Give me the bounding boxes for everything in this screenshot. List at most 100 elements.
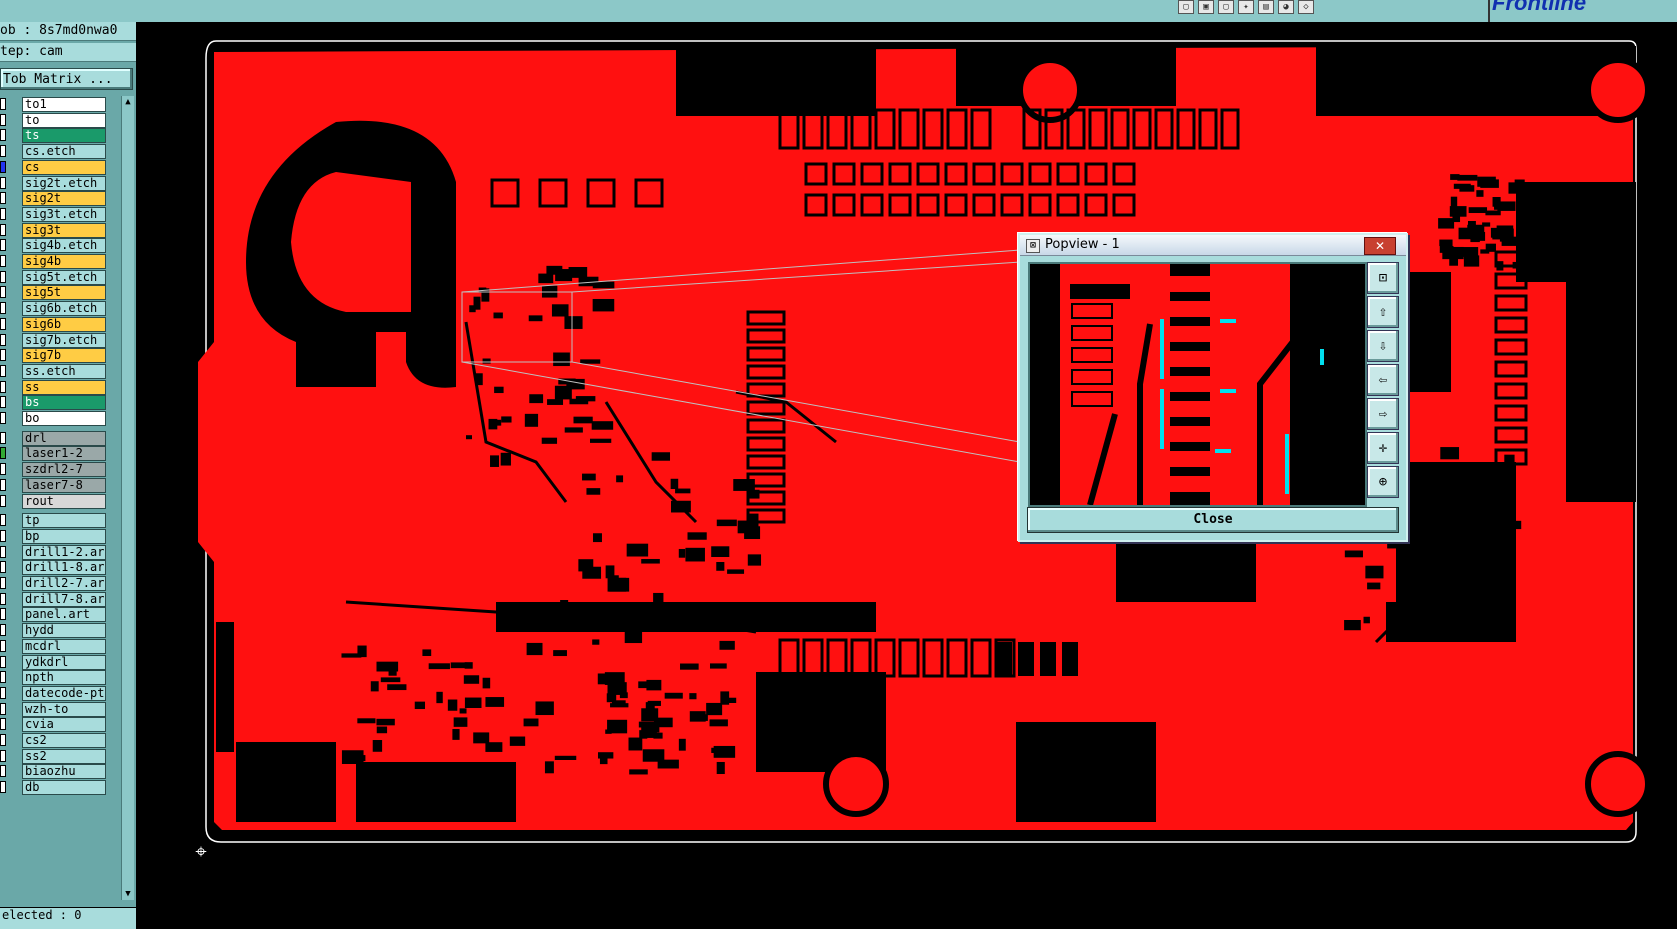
layer-row[interactable]: sig6b: [0, 316, 120, 332]
layer-checkbox[interactable]: [0, 286, 6, 299]
layer-name[interactable]: hydd: [22, 623, 106, 639]
layer-checkbox[interactable]: [0, 765, 6, 778]
layer-name[interactable]: datecode-pto: [22, 685, 106, 701]
layer-row[interactable]: cs2: [0, 732, 120, 748]
layer-name[interactable]: sig4b: [22, 254, 106, 269]
pan-down-icon[interactable]: ⇩: [1367, 330, 1399, 362]
layer-checkbox[interactable]: [0, 192, 6, 205]
layer-checkbox[interactable]: [0, 529, 6, 542]
layer-row[interactable]: biaozhu: [0, 763, 120, 780]
layer-row[interactable]: cs: [0, 159, 120, 175]
layer-name[interactable]: rout: [22, 493, 106, 509]
scroll-down-icon[interactable]: ▼: [122, 888, 134, 900]
layer-checkbox[interactable]: [0, 478, 6, 491]
layer-name[interactable]: drill2-7.art: [22, 576, 106, 591]
tag-icon[interactable]: ◇: [1298, 0, 1314, 14]
layer-row[interactable]: ts: [0, 127, 120, 144]
layer-checkbox[interactable]: [0, 608, 6, 621]
layer-row[interactable]: npth: [0, 669, 120, 686]
layer-row[interactable]: drill1-2.art: [0, 544, 120, 560]
layer-checkbox[interactable]: [0, 624, 6, 637]
layer-checkbox[interactable]: [0, 129, 6, 142]
popview-window[interactable]: ⊠ Popview - 1 ✕ ⊡ ⇧ ⇩ ⇦ ⇨ ✛ ⊕ Close: [1018, 233, 1408, 542]
layer-list-scrollbar[interactable]: ▲ ▼: [121, 96, 134, 900]
layer-checkbox[interactable]: [0, 364, 6, 377]
layer-name[interactable]: sig2t.etch: [22, 175, 106, 191]
layer-row[interactable]: drl: [0, 430, 120, 446]
layer-row[interactable]: bs: [0, 394, 120, 411]
layer-row[interactable]: ss2: [0, 748, 120, 764]
zoom-out-icon[interactable]: ⊕: [1367, 466, 1399, 498]
layer-checkbox[interactable]: [0, 494, 6, 507]
window-icon[interactable]: ▢: [1178, 0, 1194, 14]
layer-checkbox[interactable]: [0, 639, 6, 652]
pin-icon[interactable]: ✦: [1238, 0, 1254, 14]
layer-name[interactable]: bo: [22, 411, 106, 426]
pcb-graphic-canvas[interactable]: [136, 22, 1677, 907]
zoom-fit-icon[interactable]: ⊡: [1367, 262, 1399, 294]
zoom-in-icon[interactable]: ✛: [1367, 432, 1399, 464]
layer-checkbox[interactable]: [0, 380, 6, 393]
layer-row[interactable]: datecode-pto: [0, 685, 120, 701]
layer-checkbox[interactable]: [0, 98, 6, 110]
layer-checkbox[interactable]: [0, 718, 6, 731]
layer-checkbox[interactable]: [0, 113, 6, 126]
layer-name[interactable]: cvia: [22, 717, 106, 733]
layer-row[interactable]: cs.etch: [0, 143, 120, 160]
layer-row[interactable]: laser7-8: [0, 477, 120, 493]
popview-titlebar[interactable]: ⊠ Popview - 1 ✕: [1020, 235, 1406, 256]
layer-checkbox[interactable]: [0, 223, 6, 236]
layer-name[interactable]: sig5t.etch: [22, 269, 106, 285]
layer-name[interactable]: sig6b.etch: [22, 301, 106, 317]
layer-row[interactable]: sig5t.etch: [0, 269, 120, 285]
layer-checkbox[interactable]: [0, 514, 6, 527]
layer-name[interactable]: ss2: [22, 748, 106, 764]
layer-name[interactable]: drill1-8.art: [22, 560, 106, 576]
layer-name[interactable]: wzh-to: [22, 701, 106, 717]
layer-name[interactable]: drill1-2.art: [22, 544, 106, 560]
layer-row[interactable]: drill2-7.art: [0, 575, 120, 591]
layer-row[interactable]: sig3t: [0, 222, 120, 238]
layer-row[interactable]: panel.art: [0, 606, 120, 623]
layer-checkbox[interactable]: [0, 431, 6, 444]
popview-close-button[interactable]: Close: [1027, 507, 1399, 533]
layer-checkbox[interactable]: [0, 671, 6, 684]
layer-row[interactable]: drill7-8.art: [0, 591, 120, 607]
layer-checkbox[interactable]: [0, 239, 6, 252]
layer-checkbox[interactable]: [0, 463, 6, 476]
layer-row[interactable]: sig6b.etch: [0, 300, 120, 317]
layer-row[interactable]: sig2t: [0, 190, 120, 207]
layer-name[interactable]: sig7b: [22, 348, 106, 364]
layer-row[interactable]: szdrl2-7: [0, 461, 120, 478]
layer-name[interactable]: bp: [22, 528, 106, 544]
layer-checkbox[interactable]: [0, 592, 6, 605]
layer-name[interactable]: sig4b.etch: [22, 238, 106, 254]
layer-row[interactable]: mcdrl: [0, 638, 120, 654]
layer-name[interactable]: sig5t: [22, 285, 106, 301]
layer-name[interactable]: to1: [22, 97, 106, 112]
layer-row[interactable]: sig4b.etch: [0, 237, 120, 254]
layer-row[interactable]: db: [0, 779, 120, 796]
layer-name[interactable]: panel.art: [22, 607, 106, 623]
layer-checkbox[interactable]: [0, 577, 6, 589]
layer-name[interactable]: db: [22, 780, 106, 796]
layer-name[interactable]: cs2: [22, 733, 106, 748]
palette-icon[interactable]: ◕: [1278, 0, 1294, 14]
pcb-board-drawing[interactable]: [136, 22, 1677, 907]
layer-row[interactable]: sig2t.etch: [0, 175, 120, 191]
layer-name[interactable]: laser7-8: [22, 477, 106, 493]
layer-name[interactable]: sig7b.etch: [22, 332, 106, 348]
layer-row[interactable]: bo: [0, 410, 120, 426]
layer-name[interactable]: mcdrl: [22, 638, 106, 654]
layer-name[interactable]: sig2t: [22, 191, 106, 207]
layer-checkbox[interactable]: [0, 349, 6, 362]
layer-name[interactable]: tp: [22, 513, 106, 529]
layer-checkbox[interactable]: [0, 160, 6, 173]
layer-row[interactable]: cvia: [0, 716, 120, 733]
layer-row[interactable]: bp: [0, 528, 120, 544]
window-icon[interactable]: ▣: [1198, 0, 1214, 14]
layer-name[interactable]: ts: [22, 128, 106, 144]
layer-row[interactable]: sig5t: [0, 284, 120, 301]
layer-name[interactable]: to: [22, 112, 106, 128]
layer-checkbox[interactable]: [0, 447, 6, 460]
